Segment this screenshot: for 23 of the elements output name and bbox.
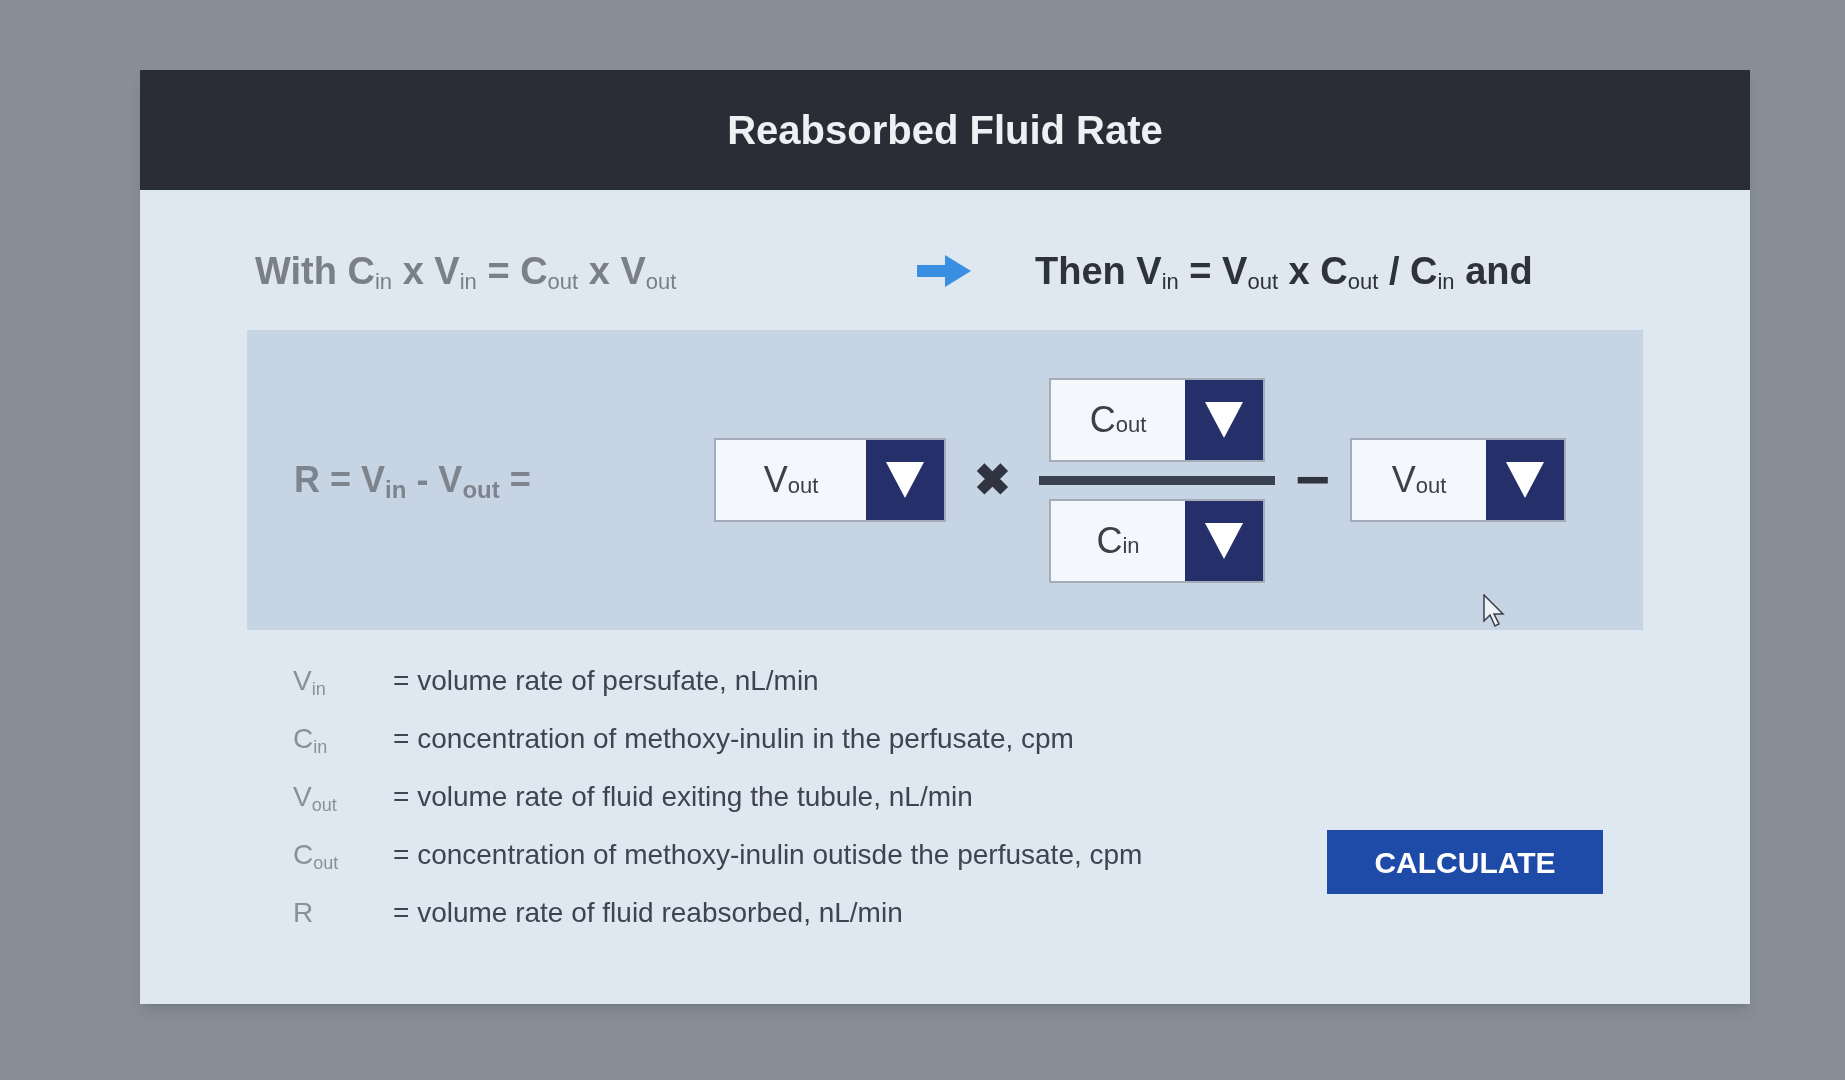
legend-symbol: C$_{out}$ (293, 838, 340, 875)
equation-label: R = V$_{in}$ - V$_{out}$ = (294, 458, 532, 505)
caret-down-icon (866, 440, 944, 520)
legend-description: = volume rate of fluid exiting the tubule, nL/min (393, 780, 974, 814)
caret-down-icon (1185, 379, 1263, 460)
calculate-button[interactable]: CALCULATE (1327, 830, 1603, 894)
minus-sign: − (1295, 450, 1331, 510)
caret-down-icon (1486, 440, 1565, 520)
conclusion-formula: Then V$_{in}$ = V$_{out}$ x C$_{out}$ / C$_{in}$ and (1035, 248, 1533, 296)
multiply-sign: ✖ (974, 454, 1011, 506)
premise-formula: With C$_{in}$ x V$_{in}$ = C$_{out}$ x V$_{out}$ (255, 248, 678, 296)
mouse-pointer-icon (1483, 594, 1505, 628)
legend-symbol: V$_{out}$ (293, 780, 338, 817)
legend-description: = concentration of methoxy-inulin outisde the perfusate, cpm (393, 838, 1143, 872)
legend-symbol: V$_{in}$ (293, 664, 327, 701)
legend-symbol: R (293, 896, 315, 930)
legend-symbol: C$_{in}$ (293, 722, 329, 759)
legend-description: = volume rate of persufate, nL/min (393, 664, 820, 698)
arrow-right-icon (915, 253, 973, 289)
legend-description: = volume rate of fluid reabsorbed, nL/min (393, 896, 904, 930)
caret-down-icon (1185, 500, 1263, 581)
dialog-title: Reabsorbed Fluid Rate (727, 107, 1163, 154)
legend-description: = concentration of methoxy-inulin in the perfusate, cpm (393, 722, 1075, 756)
